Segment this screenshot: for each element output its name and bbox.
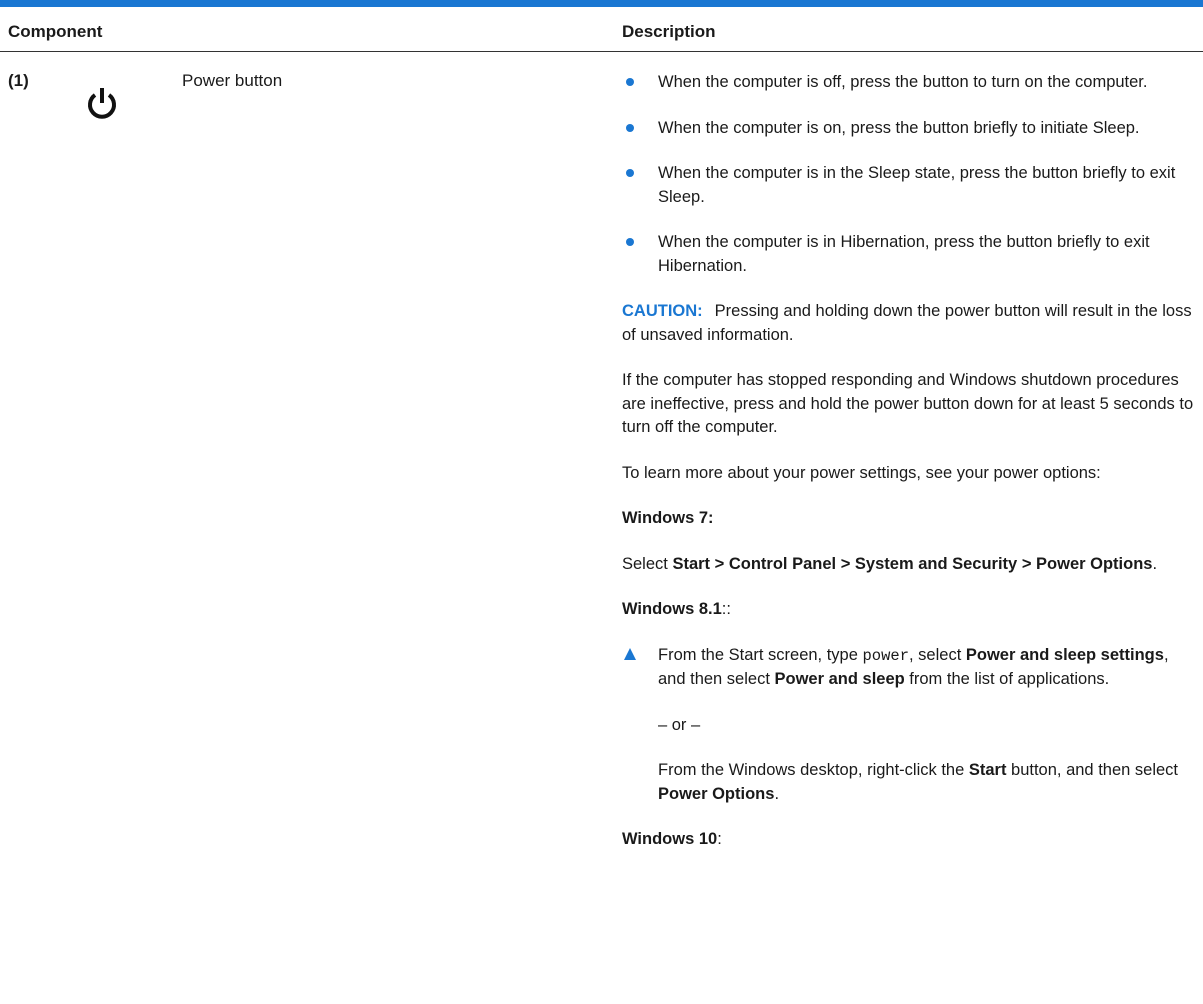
- step-text: From the Start screen, type: [658, 645, 863, 664]
- bullet-text: When the computer is on, press the butto…: [658, 118, 1140, 137]
- list-item: When the computer is in Hibernation, pre…: [622, 231, 1200, 278]
- caution-label: CAUTION:: [622, 302, 703, 320]
- component-name: Power button: [182, 71, 283, 90]
- windows7-instruction: Select Start > Control Panel > System an…: [622, 553, 1200, 577]
- learn-more-paragraph: To learn more about your power settings,…: [622, 463, 1101, 482]
- row-number: (1): [8, 71, 29, 90]
- windows7-menu-path: Start > Control Panel > System and Secur…: [672, 554, 1153, 573]
- step-bold: Power and sleep settings: [965, 645, 1164, 664]
- bullet-icon: [626, 123, 634, 132]
- alt-bold: Power Options: [658, 784, 775, 803]
- step-text: from the list of applications.: [904, 670, 1110, 688]
- list-item: When the computer is in the Sleep state,…: [622, 162, 1200, 209]
- windows7-period: .: [1152, 554, 1158, 573]
- bullet-icon: [626, 169, 634, 177]
- windows7-heading: Windows 7:: [622, 509, 714, 527]
- windows81-heading: Windows 8.1::: [622, 598, 1200, 622]
- header-description: Description: [622, 22, 716, 41]
- windows7-select-text: Select: [622, 554, 673, 573]
- alt-text: button, and then select: [1006, 761, 1178, 779]
- bullet-text: When the computer is in the Sleep state,…: [658, 164, 1176, 206]
- or-separator: – or –: [658, 715, 701, 734]
- bullet-icon: [626, 78, 634, 86]
- bullet-text: When the computer is in Hibernation, pre…: [658, 233, 1150, 275]
- caution-note: CAUTION: Pressing and holding down the po…: [622, 300, 1200, 347]
- list-item: When the computer is off, press the butt…: [622, 71, 1200, 95]
- alt-text: .: [774, 784, 780, 803]
- power-icon: [88, 88, 116, 119]
- windows81-alt-step: From the Windows desktop, right-click th…: [622, 759, 1200, 806]
- table-header: Component Description: [0, 7, 1203, 52]
- list-item: When the computer is on, press the butto…: [622, 117, 1200, 141]
- windows10-heading-label: Windows 10: [622, 830, 718, 848]
- step-bold: Power and sleep: [774, 670, 905, 688]
- bullet-text: When the computer is off, press the butt…: [658, 73, 1148, 91]
- windows10-heading: Windows 10:: [622, 828, 1200, 852]
- windows10-heading-suffix: :: [717, 830, 722, 848]
- step-triangle-icon: [624, 647, 636, 660]
- windows81-heading-suffix: ::: [721, 600, 731, 618]
- alt-text: From the Windows desktop, right-click th…: [658, 761, 969, 779]
- windows81-heading-label: Windows 8.1: [622, 600, 722, 618]
- windows81-step: From the Start screen, type power, selec…: [622, 644, 1200, 692]
- step-text: , select: [909, 645, 966, 664]
- unresponsive-paragraph: If the computer has stopped responding a…: [622, 371, 1194, 436]
- top-accent-rule: [0, 0, 1203, 7]
- bullet-icon: [626, 238, 634, 246]
- caution-text: Pressing and holding down the power butt…: [622, 302, 1192, 344]
- header-component: Component: [8, 22, 103, 41]
- alt-bold: Start: [968, 761, 1007, 779]
- step-code: power: [862, 646, 910, 665]
- description-column: When the computer is off, press the butt…: [622, 71, 1200, 874]
